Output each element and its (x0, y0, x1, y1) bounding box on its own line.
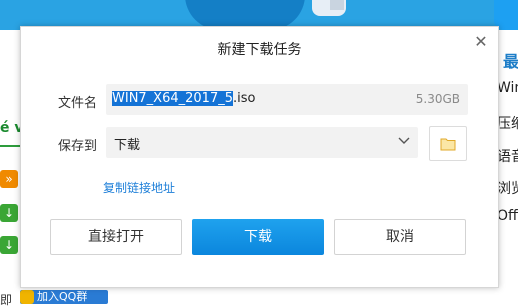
background-right-item[interactable]: 语音 (497, 146, 518, 166)
filename-label: 文件名 (58, 96, 98, 111)
filename-field[interactable]: WIN7_X64_2017_5.iso 5.30GB (106, 84, 468, 115)
file-size: 5.30GB (415, 92, 460, 106)
download-circle-icon[interactable]: ↓ (0, 204, 18, 222)
cancel-button[interactable]: 取消 (334, 219, 466, 255)
saveto-dropdown[interactable]: 下载 (106, 127, 418, 158)
download-button[interactable]: 下载 (192, 219, 324, 255)
background-right-heading: 最 (503, 52, 518, 71)
background-right-item[interactable]: 压缩 (497, 113, 518, 133)
open-directly-button[interactable]: 直接打开 (50, 219, 182, 255)
close-icon: ✕ (474, 32, 488, 51)
close-button[interactable]: ✕ (470, 31, 492, 53)
saveto-selected-value: 下载 (114, 138, 141, 153)
filename-extension: .iso (233, 91, 256, 106)
saveto-label: 保存到 (58, 139, 98, 154)
background-left-divider (0, 145, 20, 147)
join-qq-group-button[interactable]: 加入QQ群 (20, 290, 108, 304)
folder-icon (440, 138, 456, 151)
background-right-item[interactable]: 浏览 (497, 178, 518, 198)
background-bottom-prefix: 即 (0, 293, 13, 307)
filename-selected-text: WIN7_X64_2017_5 (112, 91, 233, 106)
background-right-item[interactable]: Win (497, 80, 518, 96)
qq-icon (20, 290, 34, 304)
chevron-down-icon (398, 137, 410, 144)
join-qq-group-label: 加入QQ群 (37, 290, 88, 303)
new-download-task-dialog: 新建下载任务 ✕ 文件名 WIN7_X64_2017_5.iso 5.30GB … (20, 26, 499, 288)
browse-folder-button[interactable] (429, 126, 467, 161)
dialog-title: 新建下载任务 (217, 42, 302, 58)
double-chevron-down-icon[interactable]: » (0, 170, 18, 188)
copy-link-address-link[interactable]: 复制链接地址 (103, 179, 175, 196)
download-circle-icon[interactable]: ↓ (0, 236, 18, 254)
usb-illustration-connector (330, 0, 344, 10)
background-right-item[interactable]: Offi (497, 208, 518, 224)
filename-input[interactable]: WIN7_X64_2017_5.iso (112, 91, 255, 106)
